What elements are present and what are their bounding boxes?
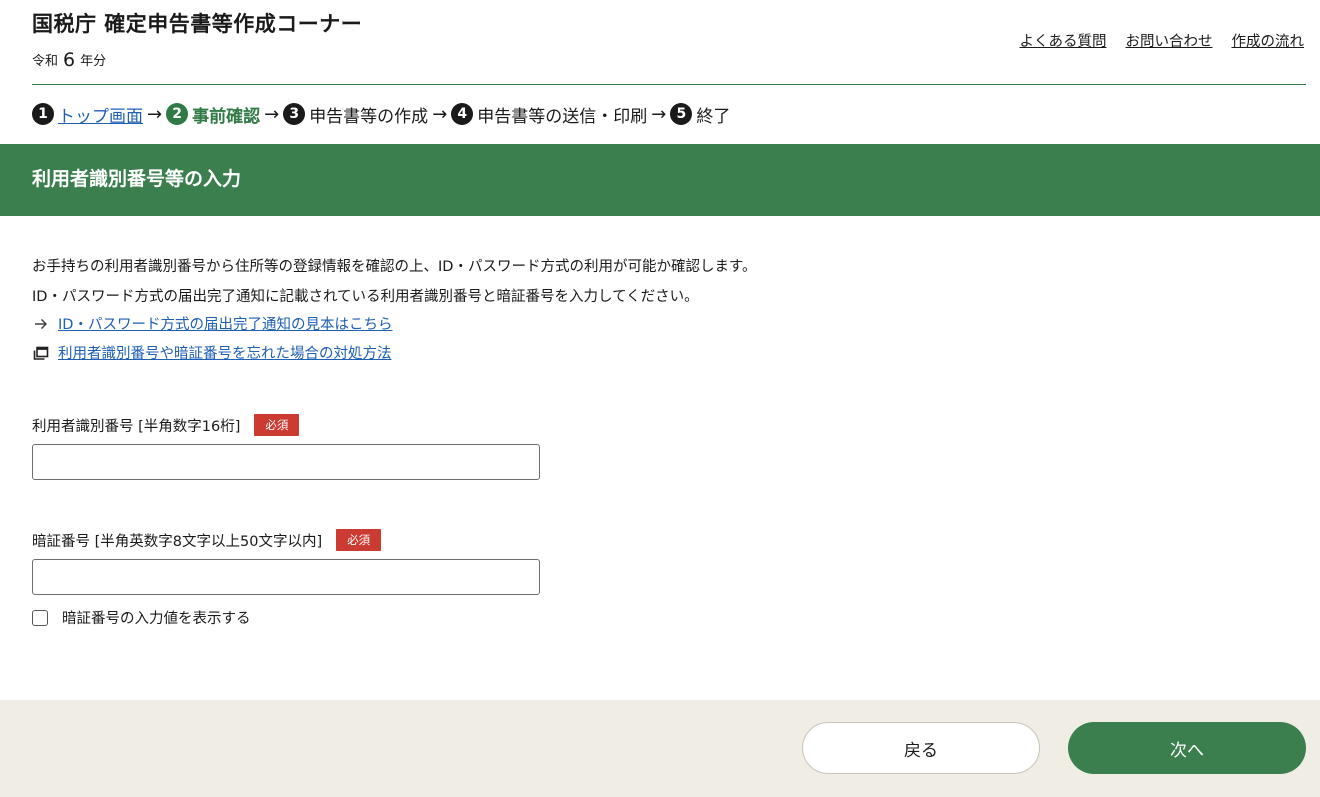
notice-sample-link[interactable]: ID・パスワード方式の届出完了通知の見本はこちら [58, 313, 392, 334]
step-2: 2 事前確認 [166, 102, 260, 127]
section-header-bar: 利用者識別番号等の入力 [0, 144, 1320, 216]
year-suffix: 年分 [80, 54, 107, 69]
year-number: 6 [63, 49, 76, 71]
tax-year: 令和 6 年分 [32, 48, 107, 71]
forgot-credentials-link[interactable]: 利用者識別番号や暗証番号を忘れた場合の対処方法 [58, 342, 392, 363]
header-links: よくある質問 お問い合わせ 作成の流れ [1020, 30, 1305, 51]
step-number-icon: 5 [670, 103, 693, 125]
footer-bar: 戻る 次へ [0, 700, 1320, 797]
step-number-icon: 4 [451, 103, 474, 125]
description-line-1: お手持ちの利用者識別番号から住所等の登録情報を確認の上、ID・パスワード方式の利… [32, 259, 757, 275]
password-label: 暗証番号 [半角英数字8文字以上50文字以内] 必須 [32, 529, 382, 551]
site-title: 国税庁 確定申告書等作成コーナー [32, 12, 363, 36]
step-3: 3 申告書等の作成 [283, 102, 428, 127]
password-input[interactable] [32, 559, 540, 595]
step-top-link[interactable]: トップ画面 [58, 102, 143, 127]
step-label: 申告書等の作成 [309, 106, 429, 127]
year-prefix: 令和 [32, 54, 59, 69]
user-id-label-text: 利用者識別番号 [半角数字16桁] [32, 418, 241, 435]
description-line-2: ID・パスワード方式の届出完了通知に記載されている利用者識別番号と暗証番号を入力… [32, 289, 699, 305]
site-header: 国税庁 確定申告書等作成コーナー 令和 6 年分 よくある質問 お問い合わせ 作成の… [32, 0, 1306, 85]
step-4: 4 申告書等の送信・印刷 [451, 102, 647, 127]
user-id-input[interactable] [32, 444, 540, 480]
step-indicator: 1 トップ画面 → 2 事前確認 → 3 申告書等の作成 → 4 申告書等の送信… [32, 101, 730, 127]
arrow-right-icon [32, 318, 50, 330]
arrow-right-icon: → [432, 103, 448, 125]
user-id-label: 利用者識別番号 [半角数字16桁] 必須 [32, 414, 300, 436]
arrow-right-icon: → [264, 103, 280, 125]
step-number-icon: 3 [283, 103, 306, 125]
step-5: 5 終了 [670, 102, 730, 127]
step-label: 事前確認 [192, 106, 261, 127]
step-number-icon: 1 [32, 103, 54, 125]
required-badge: 必須 [254, 414, 300, 436]
faq-link[interactable]: よくある質問 [1020, 30, 1107, 51]
show-password-label: 暗証番号の入力値を表示する [62, 611, 251, 627]
step-1: 1 トップ画面 [32, 102, 143, 127]
next-button[interactable]: 次へ [1068, 722, 1306, 774]
arrow-right-icon: → [147, 103, 163, 125]
password-label-text: 暗証番号 [半角英数字8文字以上50文字以内] [32, 533, 323, 550]
back-button[interactable]: 戻る [802, 722, 1040, 774]
show-password-row[interactable]: 暗証番号の入力値を表示する [32, 607, 251, 628]
flow-link[interactable]: 作成の流れ [1232, 30, 1305, 51]
section-title: 利用者識別番号等の入力 [32, 168, 242, 190]
required-badge: 必須 [336, 529, 382, 551]
step-label: 申告書等の送信・印刷 [477, 106, 648, 127]
step-label: 終了 [696, 106, 731, 127]
sample-link-row: ID・パスワード方式の届出完了通知の見本はこちら [32, 313, 392, 334]
forgot-link-row: 利用者識別番号や暗証番号を忘れた場合の対処方法 [32, 342, 392, 363]
contact-link[interactable]: お問い合わせ [1126, 30, 1213, 51]
step-number-icon: 2 [166, 103, 189, 125]
arrow-right-icon: → [651, 103, 667, 125]
show-password-checkbox[interactable] [32, 609, 48, 626]
new-window-icon [32, 345, 50, 361]
